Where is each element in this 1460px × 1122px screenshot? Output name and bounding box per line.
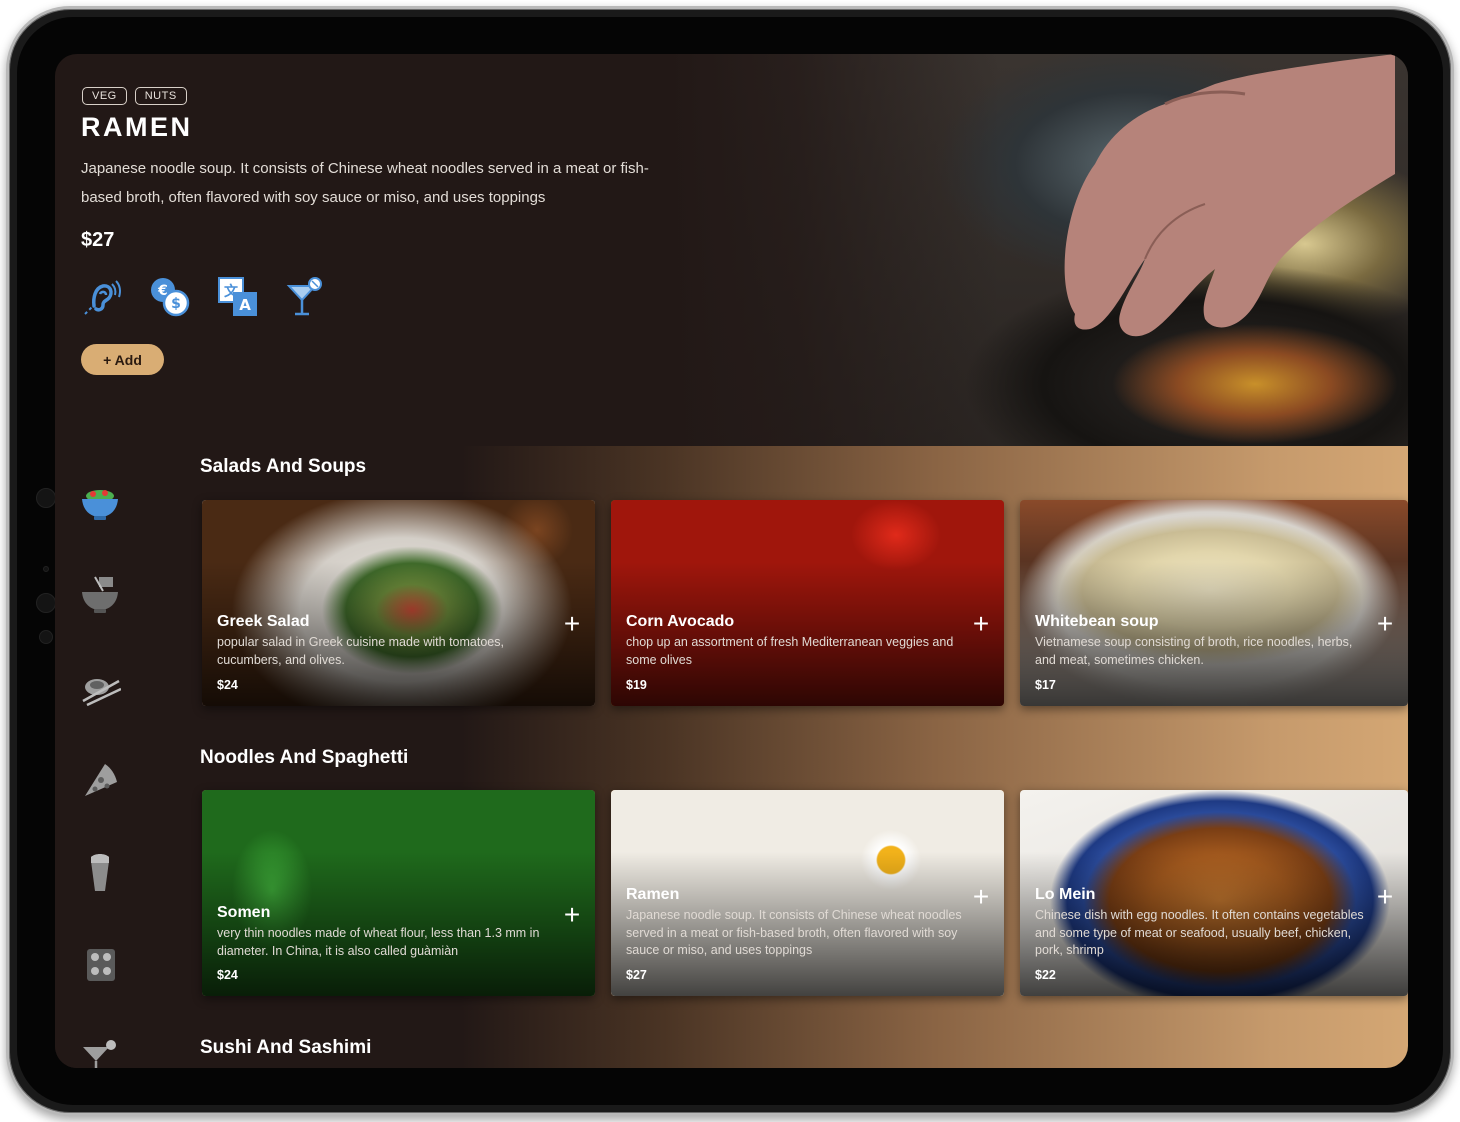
card-description: Japanese noodle soup. It consists of Chi… bbox=[626, 908, 962, 957]
cocktail-icon[interactable] bbox=[285, 276, 327, 318]
section-title-sushi: Sushi And Sashimi bbox=[200, 1037, 372, 1058]
sensor-dot bbox=[43, 566, 49, 572]
card-shade bbox=[202, 790, 595, 996]
feature-icons: € $ 文 A bbox=[81, 276, 327, 318]
add-item-icon[interactable]: + bbox=[970, 610, 992, 638]
noodle-bowl-icon[interactable] bbox=[79, 575, 121, 615]
menu-card-lo-mein[interactable]: Lo Mein Chinese dish with egg noodles. I… bbox=[1020, 790, 1408, 996]
pizza-icon[interactable] bbox=[79, 760, 121, 800]
card-title: Whitebean soup bbox=[1035, 613, 1159, 630]
card-description: very thin noodles made of wheat flour, l… bbox=[217, 926, 540, 958]
dish-title: RAMEN bbox=[81, 112, 193, 142]
card-description: Chinese dish with egg noodles. It often … bbox=[1035, 908, 1364, 957]
add-item-icon[interactable]: + bbox=[970, 883, 992, 911]
card-description: popular salad in Greek cuisine made with… bbox=[217, 635, 504, 667]
translate-icon[interactable]: 文 A bbox=[217, 276, 259, 318]
section-title-salads: Salads And Soups bbox=[200, 456, 367, 477]
add-item-icon[interactable]: + bbox=[561, 610, 583, 638]
tag-nuts: NUTS bbox=[134, 87, 187, 105]
menu-card-greek-salad[interactable]: Greek Salad popular salad in Greek cuisi… bbox=[202, 500, 595, 706]
card-price: $22 bbox=[1035, 968, 1056, 982]
card-title: Greek Salad bbox=[217, 613, 310, 630]
card-description: chop up an assortment of fresh Mediterra… bbox=[626, 635, 954, 667]
card-title: Ramen bbox=[626, 886, 680, 903]
sushi-icon[interactable] bbox=[79, 667, 122, 707]
app-screen: VEG NUTS RAMEN Japanese noodle soup. It … bbox=[55, 54, 1408, 1068]
cocktail-glass-icon[interactable] bbox=[79, 1037, 121, 1068]
card-price: $17 bbox=[1035, 678, 1056, 692]
card-title: Somen bbox=[217, 904, 271, 921]
tablet-frame: VEG NUTS RAMEN Japanese noodle soup. It … bbox=[6, 6, 1454, 1116]
tag-veg: VEG bbox=[82, 87, 127, 105]
hearing-assist-icon[interactable] bbox=[81, 276, 123, 318]
card-price: $19 bbox=[626, 678, 647, 692]
camera-lens bbox=[36, 488, 56, 508]
card-title: Corn Avocado bbox=[626, 613, 735, 630]
dish-description: Japanese noodle soup. It consists of Chi… bbox=[81, 160, 649, 206]
menu-card-whitebean-soup[interactable]: Whitebean soup Vietnamese soup consistin… bbox=[1020, 500, 1408, 706]
dish-price: $27 bbox=[81, 229, 115, 251]
burrito-icon[interactable] bbox=[79, 853, 121, 893]
camera-lens-3 bbox=[39, 630, 53, 644]
menu-card-somen[interactable]: Somen very thin noodles made of wheat fl… bbox=[202, 790, 595, 996]
section-title-noodles: Noodles And Spaghetti bbox=[200, 747, 409, 768]
menu-card-ramen[interactable]: Ramen Japanese noodle soup. It consists … bbox=[611, 790, 1004, 996]
add-button[interactable]: + Add bbox=[81, 344, 164, 375]
card-price: $24 bbox=[217, 968, 238, 982]
svg-text:$: $ bbox=[171, 296, 181, 312]
add-item-icon[interactable]: + bbox=[1374, 883, 1396, 911]
add-item-icon[interactable]: + bbox=[561, 901, 583, 929]
sushi-roll-icon[interactable] bbox=[79, 945, 121, 985]
card-title: Lo Mein bbox=[1035, 886, 1096, 903]
hand-illustration bbox=[1064, 54, 1395, 337]
salad-bowl-icon[interactable] bbox=[79, 484, 121, 524]
card-price: $27 bbox=[626, 968, 647, 982]
menu-card-corn-avocado[interactable]: Corn Avocado chop up an assortment of fr… bbox=[611, 500, 1004, 706]
card-shade bbox=[202, 500, 595, 706]
camera-lens-2 bbox=[36, 593, 56, 613]
card-shade bbox=[611, 500, 1004, 706]
category-sidebar bbox=[55, 446, 195, 1068]
currency-exchange-icon[interactable]: € $ bbox=[149, 276, 191, 318]
dish-tags: VEG NUTS bbox=[82, 87, 187, 105]
hero-image bbox=[665, 54, 1408, 446]
card-price: $24 bbox=[217, 678, 238, 692]
card-shade bbox=[1020, 500, 1408, 706]
add-item-icon[interactable]: + bbox=[1374, 610, 1396, 638]
card-description: Vietnamese soup consisting of broth, ric… bbox=[1035, 635, 1353, 667]
svg-text:A: A bbox=[239, 296, 251, 314]
